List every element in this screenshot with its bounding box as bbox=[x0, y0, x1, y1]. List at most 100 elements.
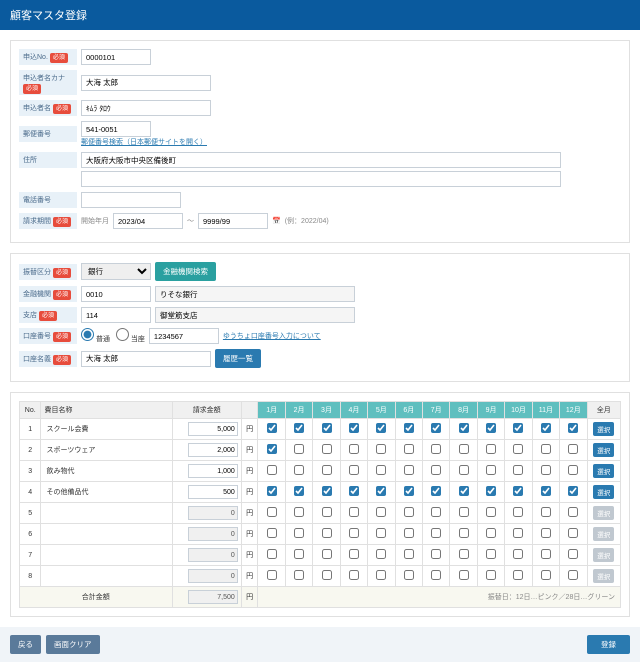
month-check[interactable] bbox=[459, 423, 469, 433]
month-check[interactable] bbox=[322, 549, 332, 559]
month-check[interactable] bbox=[541, 570, 551, 580]
month-check[interactable] bbox=[267, 549, 277, 559]
month-check[interactable] bbox=[376, 423, 386, 433]
zip-link[interactable]: 郵便番号検索（日本郵便サイトを開く） bbox=[81, 139, 207, 146]
month-check[interactable] bbox=[267, 423, 277, 433]
input-appno[interactable] bbox=[81, 49, 151, 65]
month-check[interactable] bbox=[349, 528, 359, 538]
input-bank-code[interactable] bbox=[81, 286, 151, 302]
month-check[interactable] bbox=[376, 444, 386, 454]
input-zip[interactable] bbox=[81, 121, 151, 137]
month-check[interactable] bbox=[267, 570, 277, 580]
month-check[interactable] bbox=[349, 444, 359, 454]
month-check[interactable] bbox=[541, 528, 551, 538]
select-btn[interactable]: 選択 bbox=[593, 443, 614, 457]
input-branch-code[interactable] bbox=[81, 307, 151, 323]
month-check[interactable] bbox=[541, 465, 551, 475]
input-holder[interactable] bbox=[81, 351, 211, 367]
input-name[interactable] bbox=[81, 100, 211, 116]
input-addr1[interactable] bbox=[81, 152, 561, 168]
month-check[interactable] bbox=[294, 465, 304, 475]
month-check[interactable] bbox=[431, 507, 441, 517]
month-check[interactable] bbox=[294, 507, 304, 517]
month-check[interactable] bbox=[349, 570, 359, 580]
month-check[interactable] bbox=[486, 570, 496, 580]
month-check[interactable] bbox=[404, 528, 414, 538]
month-check[interactable] bbox=[322, 444, 332, 454]
month-check[interactable] bbox=[404, 465, 414, 475]
month-check[interactable] bbox=[322, 465, 332, 475]
month-check[interactable] bbox=[431, 570, 441, 580]
month-check[interactable] bbox=[459, 570, 469, 580]
amount-input[interactable] bbox=[188, 464, 238, 478]
month-check[interactable] bbox=[568, 486, 578, 496]
month-check[interactable] bbox=[267, 444, 277, 454]
month-check[interactable] bbox=[322, 507, 332, 517]
amount-input[interactable] bbox=[188, 422, 238, 436]
month-check[interactable] bbox=[513, 486, 523, 496]
input-addr2[interactable] bbox=[81, 171, 561, 187]
month-check[interactable] bbox=[568, 507, 578, 517]
month-check[interactable] bbox=[486, 528, 496, 538]
calendar-icon[interactable]: 📅 bbox=[272, 217, 281, 225]
select-btn[interactable]: 選択 bbox=[593, 485, 614, 499]
month-check[interactable] bbox=[349, 423, 359, 433]
month-check[interactable] bbox=[349, 549, 359, 559]
select-btn[interactable]: 選択 bbox=[593, 464, 614, 478]
month-check[interactable] bbox=[322, 423, 332, 433]
month-check[interactable] bbox=[513, 444, 523, 454]
month-check[interactable] bbox=[541, 486, 551, 496]
month-check[interactable] bbox=[459, 507, 469, 517]
month-check[interactable] bbox=[513, 423, 523, 433]
input-end[interactable] bbox=[198, 213, 268, 229]
btn-back[interactable]: 戻る bbox=[10, 635, 41, 654]
select-transfer[interactable]: 銀行 bbox=[81, 263, 151, 280]
month-check[interactable] bbox=[513, 507, 523, 517]
month-check[interactable] bbox=[322, 570, 332, 580]
month-check[interactable] bbox=[376, 549, 386, 559]
month-check[interactable] bbox=[431, 444, 441, 454]
month-check[interactable] bbox=[513, 528, 523, 538]
input-account[interactable] bbox=[149, 328, 219, 344]
month-check[interactable] bbox=[404, 486, 414, 496]
month-check[interactable] bbox=[568, 423, 578, 433]
month-check[interactable] bbox=[513, 549, 523, 559]
input-tel[interactable] bbox=[81, 192, 181, 208]
month-check[interactable] bbox=[431, 465, 441, 475]
btn-history[interactable]: 履歴一覧 bbox=[215, 349, 261, 368]
month-check[interactable] bbox=[459, 486, 469, 496]
month-check[interactable] bbox=[568, 465, 578, 475]
btn-bank-search[interactable]: 金融機関検索 bbox=[155, 262, 216, 281]
month-check[interactable] bbox=[568, 549, 578, 559]
month-check[interactable] bbox=[404, 423, 414, 433]
month-check[interactable] bbox=[294, 486, 304, 496]
month-check[interactable] bbox=[404, 444, 414, 454]
month-check[interactable] bbox=[349, 507, 359, 517]
radio-type[interactable]: 普通 当座 bbox=[81, 328, 145, 344]
month-check[interactable] bbox=[376, 465, 386, 475]
input-start[interactable] bbox=[113, 213, 183, 229]
month-check[interactable] bbox=[431, 423, 441, 433]
month-check[interactable] bbox=[513, 570, 523, 580]
month-check[interactable] bbox=[486, 465, 496, 475]
month-check[interactable] bbox=[349, 486, 359, 496]
month-check[interactable] bbox=[349, 465, 359, 475]
month-check[interactable] bbox=[459, 549, 469, 559]
month-check[interactable] bbox=[459, 465, 469, 475]
month-check[interactable] bbox=[322, 528, 332, 538]
month-check[interactable] bbox=[431, 528, 441, 538]
select-btn[interactable]: 選択 bbox=[593, 422, 614, 436]
month-check[interactable] bbox=[267, 486, 277, 496]
month-check[interactable] bbox=[431, 486, 441, 496]
amount-input[interactable] bbox=[188, 485, 238, 499]
month-check[interactable] bbox=[267, 465, 277, 475]
month-check[interactable] bbox=[541, 423, 551, 433]
input-kana[interactable] bbox=[81, 75, 211, 91]
btn-register[interactable]: 登録 bbox=[587, 635, 630, 654]
month-check[interactable] bbox=[294, 528, 304, 538]
month-check[interactable] bbox=[568, 570, 578, 580]
btn-clear[interactable]: 画面クリア bbox=[46, 635, 100, 654]
yucho-link[interactable]: ゆうちょ口座番号入力について bbox=[223, 331, 321, 341]
month-check[interactable] bbox=[486, 423, 496, 433]
month-check[interactable] bbox=[294, 444, 304, 454]
